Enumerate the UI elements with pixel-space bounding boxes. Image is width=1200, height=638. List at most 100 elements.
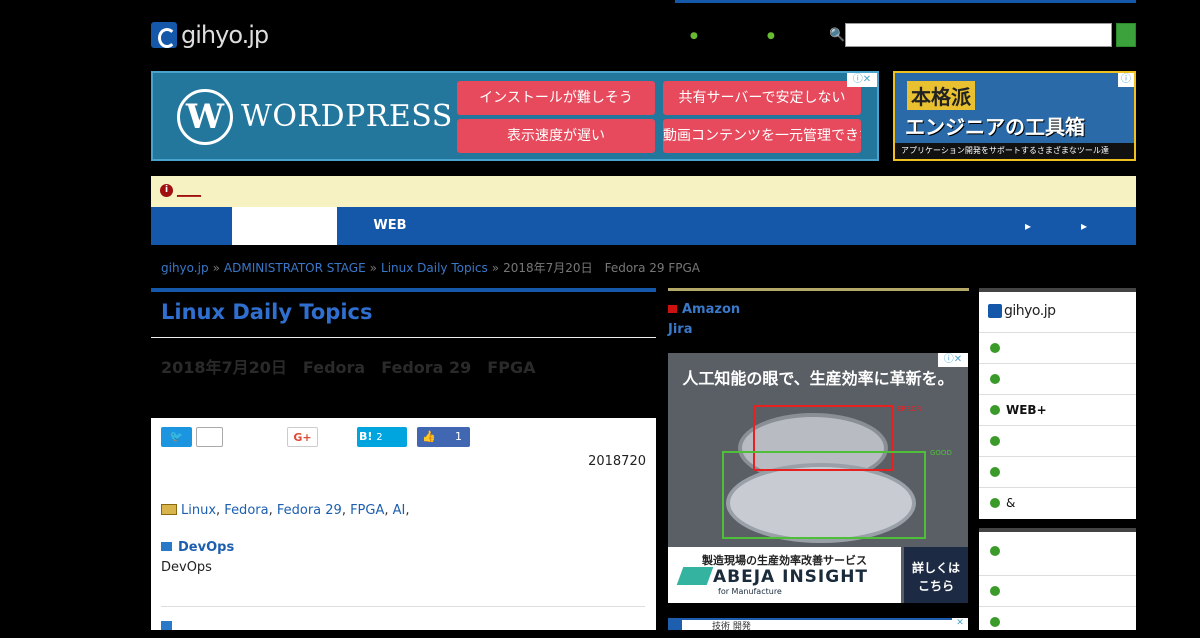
gihyo-logo-icon <box>988 304 1002 318</box>
sidebar-item-5[interactable] <box>979 456 1136 487</box>
nav-right-link-1[interactable]: ▸ <box>1025 207 1031 245</box>
abeja-brand-sub: for Manufacture <box>718 587 782 596</box>
sidebar-section-2 <box>979 528 1136 630</box>
good-detection-box <box>722 451 926 539</box>
tag-link[interactable]: AI <box>393 503 406 518</box>
sidebar-menu: gihyo.jp WEB+ & <box>979 288 1136 519</box>
ad-button-speed[interactable]: 表示速度が遅い <box>457 119 655 153</box>
abeja-ad-footer: 製造現場の生産効率改善サービス ABEJA INSIGHT for Manufa… <box>668 547 901 603</box>
bullet-icon <box>990 343 1000 353</box>
wordpress-ad-logo-text: WORDPRESS <box>241 99 453 134</box>
next-section-heading[interactable] <box>161 619 178 634</box>
flag-icon <box>668 305 677 313</box>
tag-link[interactable]: Fedora <box>224 503 268 518</box>
site-logo[interactable]: gihyo.jp <box>151 20 269 50</box>
bullet-icon <box>990 436 1000 446</box>
sidebar-section-2-title <box>990 544 1006 560</box>
abeja-ad-headline: 人工知能の眼で、生産効率に革新を。 <box>682 369 954 388</box>
hatena-count: 2 <box>376 432 383 443</box>
ad-button-video[interactable]: 動画コンテンツを一元管理できない <box>663 119 861 153</box>
section-title[interactable]: Linux Daily Topics <box>161 300 372 324</box>
twitter-share-button[interactable]: 🐦 <box>161 427 192 447</box>
nav-item-1[interactable] <box>151 207 232 245</box>
ad-choices-icon[interactable]: ⓘ <box>1118 73 1134 87</box>
header-link-1[interactable]: ● <box>690 28 701 41</box>
ad-button-install[interactable]: インストールが難しそう <box>457 81 655 115</box>
notice-link[interactable]: ____ <box>177 183 201 197</box>
engineer-tools-ad-banner[interactable]: 本格派 エンジニアの工具箱 アプリケーション開発をサポートするさまざまなツール達… <box>893 71 1136 161</box>
bullet-icon <box>990 498 1000 508</box>
amazon-promo-line1: Amazon <box>682 302 741 317</box>
hatena-bookmark-button[interactable]: B! 2 <box>357 427 407 447</box>
tag-icon <box>161 504 177 515</box>
info-icon: i <box>160 184 173 197</box>
nav-right-link-2[interactable]: ▸ <box>1081 207 1087 245</box>
partial-ad-banner[interactable]: 技術 開発 ✕ <box>668 618 968 630</box>
facebook-like-button[interactable]: 👍 1 <box>417 427 470 447</box>
notice-bar: i ____ <box>151 176 1136 207</box>
wordpress-logo-icon: W <box>177 89 233 145</box>
sidebar-item-1[interactable] <box>979 332 1136 363</box>
google-plus-share-button[interactable]: G+ <box>287 427 318 447</box>
sidebar-logo-text: gihyo.jp <box>1004 303 1056 319</box>
nav-item-3[interactable]: WEB <box>337 207 443 245</box>
devops-heading[interactable]: DevOps <box>161 540 234 555</box>
abeja-service-text: 製造現場の生産効率改善サービス <box>702 554 867 567</box>
article-date: 2018720 <box>588 454 646 469</box>
section-marker-icon <box>161 542 172 551</box>
bullet-icon <box>990 374 1000 384</box>
twitter-bird-icon: 🐦 <box>169 430 184 443</box>
abeja-insight-ad[interactable]: 人工知能の眼で、生産効率に革新を。 ERROR GOOD 製造現場の生産効率改善… <box>668 353 968 603</box>
article-divider <box>161 606 645 607</box>
tag-link[interactable]: Fedora 29 <box>277 503 342 518</box>
article-tags: Linux, Fedora, Fedora 29, FPGA, AI, <box>161 503 410 518</box>
search-input[interactable] <box>845 23 1112 47</box>
wordpress-ad-banner[interactable]: W WORDPRESS インストールが難しそう 共有サーバーで安定しない 表示速… <box>151 71 879 161</box>
ad-choices-icon[interactable]: ✕ <box>952 618 968 630</box>
breadcrumb-separator: » <box>369 261 378 275</box>
header-link-2[interactable]: ● <box>767 28 778 41</box>
error-label: ERROR <box>897 405 922 413</box>
tag-link[interactable]: FPGA <box>350 503 384 518</box>
sidebar-item-6[interactable]: & <box>979 487 1136 518</box>
tag-link[interactable]: Linux <box>181 503 216 518</box>
good-label: GOOD <box>930 449 952 457</box>
amazon-promo-link[interactable]: Amazon Jira <box>668 300 968 340</box>
bullet-icon <box>990 546 1000 556</box>
breadcrumb-item-admin-stage[interactable]: ADMINISTRATOR STAGE <box>224 261 366 275</box>
sidebar-section-2-item-1[interactable] <box>979 575 1136 606</box>
breadcrumb-separator: » <box>491 261 500 275</box>
site-logo-text: gihyo.jp <box>181 21 269 49</box>
breadcrumb-item-linux-daily[interactable]: Linux Daily Topics <box>381 261 488 275</box>
devops-text: DevOps <box>161 560 212 575</box>
main-section-top-bar <box>151 288 656 292</box>
breadcrumb-item-home[interactable]: gihyo.jp <box>161 261 209 275</box>
sidebar-item-4[interactable] <box>979 425 1136 456</box>
middle-column-top-bar <box>668 288 969 291</box>
section-divider <box>151 337 656 338</box>
facebook-like-count: 1 <box>455 430 462 443</box>
nav-item-2[interactable] <box>232 207 337 245</box>
bullet-icon: ● <box>690 31 698 41</box>
abeja-logo-icon <box>676 567 714 585</box>
abeja-cta-button[interactable]: 詳しくは こちら <box>904 547 968 603</box>
sidebar-item-2[interactable] <box>979 363 1136 394</box>
thumbs-up-icon: 👍 <box>422 430 436 443</box>
bullet-icon <box>990 467 1000 477</box>
sidebar-item-6-label: & <box>1006 496 1016 510</box>
partial-ad-text: 技術 開発 <box>682 620 952 630</box>
devops-heading-label: DevOps <box>178 540 235 555</box>
ad-choices-icon[interactable]: ⓘ✕ <box>847 73 877 87</box>
ad-choices-icon[interactable]: ⓘ✕ <box>938 353 968 367</box>
sidebar-logo[interactable]: gihyo.jp <box>988 303 1056 319</box>
article-title: 2018年7月20日 Fedora Fedora 29 FPGA <box>161 358 536 377</box>
search-button[interactable] <box>1116 23 1136 47</box>
sidebar-section-2-item-2[interactable] <box>979 606 1136 637</box>
bullet-icon <box>990 586 1000 596</box>
ad-button-shared-server[interactable]: 共有サーバーで安定しない <box>663 81 861 115</box>
nav-item-4[interactable] <box>443 207 533 245</box>
tools-ad-line2: エンジニアの工具箱 <box>905 115 1085 139</box>
sidebar-item-3[interactable]: WEB+ <box>979 394 1136 425</box>
bullet-icon <box>990 405 1000 415</box>
breadcrumb: gihyo.jp» ADMINISTRATOR STAGE» Linux Daily… <box>161 259 700 276</box>
